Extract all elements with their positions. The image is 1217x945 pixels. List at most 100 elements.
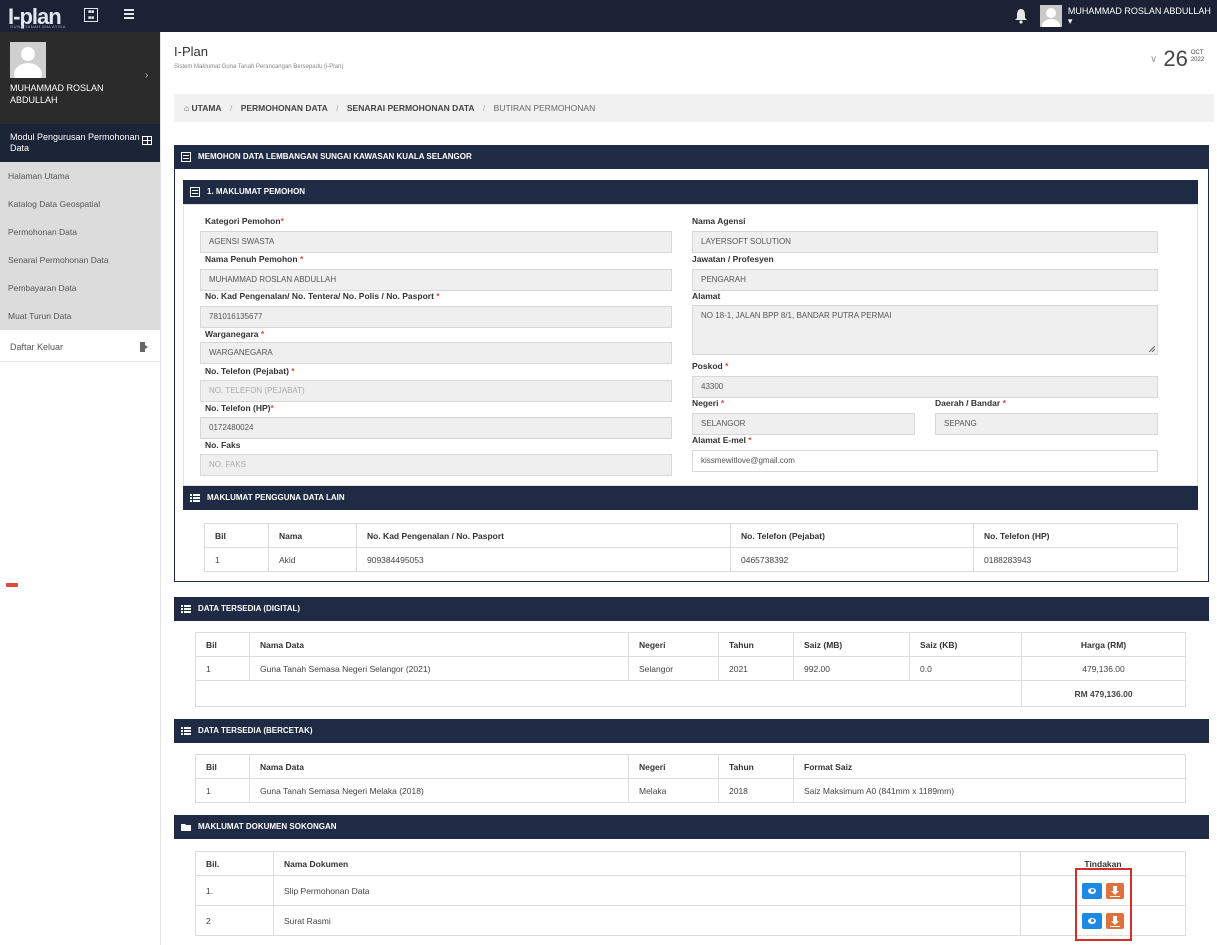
tel-hp-label: No. Telefon (HP)* bbox=[205, 403, 274, 413]
printed-header: DATA TERSEDIA (BERCETAK) bbox=[174, 719, 1209, 743]
col-bil: Bil. bbox=[195, 851, 274, 876]
table-header-row: Bil. Nama Dokumen Tindakan bbox=[195, 851, 1186, 876]
ic-field[interactable]: 781016135677 bbox=[200, 306, 672, 328]
grid-icon bbox=[142, 136, 152, 145]
alamat-field[interactable]: NO 18-1, JALAN BPP 8/1, BANDAR PUTRA PER… bbox=[692, 305, 1158, 355]
digital-table: Bil Nama Data Negeri Tahun Saiz (MB) Sai… bbox=[195, 632, 1186, 707]
breadcrumb-permohonan[interactable]: PERMOHONAN DATA bbox=[241, 103, 328, 113]
warganegara-label: Warganegara * bbox=[205, 329, 265, 339]
date-month: OCT bbox=[1190, 50, 1204, 56]
col-nama-data: Nama Data bbox=[249, 632, 629, 657]
negeri-label: Negeri * bbox=[692, 398, 725, 408]
kategori-field[interactable]: AGENSI SWASTA bbox=[200, 231, 672, 253]
applicant-title: 1. MAKLUMAT PEMOHON bbox=[207, 187, 306, 196]
digital-header: DATA TERSEDIA (DIGITAL) bbox=[174, 597, 1209, 621]
breadcrumb-senarai[interactable]: SENARAI PERMOHONAN DATA bbox=[347, 103, 475, 113]
daerah-field[interactable]: SEPANG bbox=[935, 413, 1158, 435]
col-bil: Bil bbox=[195, 632, 250, 657]
logout-label: Daftar Keluar bbox=[10, 342, 64, 352]
sidebar-item-muat-turun[interactable]: Muat Turun Data bbox=[0, 302, 160, 330]
highlight-box bbox=[1075, 868, 1132, 941]
sidebar-avatar bbox=[10, 42, 46, 78]
sidebar-menu: Halaman Utama Katalog Data Geospatial Pe… bbox=[0, 162, 160, 330]
sidebar-item-senarai[interactable]: Senarai Permohonan Data bbox=[0, 246, 160, 274]
sidebar-divider bbox=[160, 32, 161, 945]
daerah-label: Daerah / Bandar * bbox=[935, 398, 1006, 408]
breadcrumb-home[interactable]: UTAMA bbox=[192, 103, 222, 113]
table-header-row: Bil Nama Data Negeri Tahun Format Saiz bbox=[195, 754, 1186, 779]
col-ic: No. Kad Pengenalan / No. Pasport bbox=[356, 523, 731, 548]
date-year: 2022 bbox=[1190, 57, 1205, 63]
sidebar-item-permohonan[interactable]: Permohonan Data bbox=[0, 218, 160, 246]
cell-nama-dokumen: Slip Permohonan Data bbox=[273, 875, 1021, 906]
breadcrumb-current: BUTIRAN PERMOHONAN bbox=[493, 103, 596, 113]
cell-harga: 479,136.00 bbox=[1021, 656, 1186, 681]
sidebar-module-header[interactable]: Modul Pengurusan Permohonan Data bbox=[0, 124, 160, 162]
page-title: I-Plan bbox=[174, 44, 208, 59]
col-negeri: Negeri bbox=[628, 632, 719, 657]
resize-grip-icon[interactable] bbox=[1149, 346, 1155, 352]
col-nama-data: Nama Data bbox=[249, 754, 629, 779]
date-widget[interactable]: ∨ 26 OCT 2022 bbox=[1150, 48, 1204, 70]
sidebar-user-name: MUHAMMAD ROSLAN ABDULLAH bbox=[10, 83, 104, 105]
other-users-header: MAKLUMAT PENGGUNA DATA LAIN bbox=[183, 486, 1198, 510]
table-header-row: Bil Nama No. Kad Pengenalan / No. Paspor… bbox=[204, 523, 1178, 548]
cell-tel-office: 0465738392 bbox=[730, 547, 974, 572]
logout-button[interactable]: Daftar Keluar bbox=[0, 332, 160, 362]
col-nama-dokumen: Nama Dokumen bbox=[273, 851, 1021, 876]
email-field[interactable]: kissmewitlove@gmail.com bbox=[692, 450, 1158, 472]
user-menu-name: MUHAMMAD ROSLAN ABDULLAH ▾ bbox=[1067, 5, 1211, 26]
printed-title: DATA TERSEDIA (BERCETAK) bbox=[198, 726, 313, 735]
warganegara-field[interactable]: WARGANEGARA bbox=[200, 342, 672, 364]
col-tel-office: No. Telefon (Pejabat) bbox=[730, 523, 974, 548]
cell-ic: 909384495053 bbox=[356, 547, 731, 572]
documents-table: Bil. Nama Dokumen Tindakan 1. Slip Permo… bbox=[195, 851, 1186, 936]
jawatan-field[interactable]: PENGARAH bbox=[692, 269, 1158, 291]
cell-tahun: 2021 bbox=[718, 656, 794, 681]
chevron-right-icon[interactable]: › bbox=[145, 70, 148, 81]
logo-mark-icon: ■■ ■■ bbox=[84, 8, 98, 22]
faks-label: No. Faks bbox=[205, 440, 241, 450]
poskod-field[interactable]: 43300 bbox=[692, 376, 1158, 398]
cell-nama: Akid bbox=[268, 547, 357, 572]
folder-icon bbox=[181, 824, 191, 831]
avatar bbox=[1040, 5, 1062, 27]
table-row: 2 Surat Rasmi bbox=[195, 905, 1186, 936]
negeri-field[interactable]: SELANGOR bbox=[692, 413, 915, 435]
cell-negeri: Melaka bbox=[628, 778, 719, 803]
poskod-label: Poskod * bbox=[692, 361, 729, 371]
cell-bil: 1 bbox=[195, 656, 250, 681]
sidebar-item-pembayaran[interactable]: Pembayaran Data bbox=[0, 274, 160, 302]
cell-bil: 1 bbox=[204, 547, 269, 572]
col-harga: Harga (RM) bbox=[1021, 632, 1186, 657]
logo-subtext: GUNA TANAH MALAYSIA bbox=[10, 24, 66, 29]
faks-field[interactable]: NO. FAKS bbox=[200, 454, 672, 476]
breadcrumb: ⌂ UTAMA / PERMOHONAN DATA / SENARAI PERM… bbox=[174, 94, 1214, 122]
chevron-down-icon[interactable]: ∨ bbox=[1150, 54, 1157, 65]
logo[interactable]: I-plan ■■ ■■ GUNA TANAH MALAYSIA bbox=[8, 2, 118, 30]
table-row: 1 Guna Tanah Semasa Negeri Melaka (2018)… bbox=[195, 778, 1186, 803]
col-tahun: Tahun bbox=[718, 632, 794, 657]
col-bil: Bil bbox=[195, 754, 250, 779]
date-day: 26 bbox=[1163, 46, 1188, 71]
col-saiz-kb: Saiz (KB) bbox=[909, 632, 1022, 657]
cell-tahun: 2018 bbox=[718, 778, 794, 803]
user-menu[interactable]: MUHAMMAD ROSLAN ABDULLAH ▾ bbox=[1040, 4, 1217, 28]
tel-hp-field[interactable]: 0172480024 bbox=[200, 417, 672, 439]
agensi-field[interactable]: LAYERSOFT SOLUTION bbox=[692, 231, 1158, 253]
cell-saiz-mb: 992.00 bbox=[793, 656, 910, 681]
agensi-label: Nama Agensi bbox=[692, 216, 746, 226]
red-indicator bbox=[6, 583, 18, 587]
sidebar-item-halaman-utama[interactable]: Halaman Utama bbox=[0, 162, 160, 190]
cell-nama-data: Guna Tanah Semasa Negeri Selangor (2021) bbox=[249, 656, 629, 681]
col-format-saiz: Format Saiz bbox=[793, 754, 1186, 779]
tel-office-field[interactable]: NO. TELEFON (PEJABAT) bbox=[200, 380, 672, 402]
printed-table: Bil Nama Data Negeri Tahun Format Saiz 1… bbox=[195, 754, 1186, 803]
cell-nama-data: Guna Tanah Semasa Negeri Melaka (2018) bbox=[249, 778, 629, 803]
sidebar-item-katalog[interactable]: Katalog Data Geospatial bbox=[0, 190, 160, 218]
bell-icon[interactable] bbox=[1014, 8, 1028, 24]
list-icon bbox=[181, 727, 191, 735]
hamburger-menu-icon[interactable] bbox=[124, 8, 136, 20]
nama-field[interactable]: MUHAMMAD ROSLAN ABDULLAH bbox=[200, 269, 672, 291]
sidebar-user-panel[interactable]: MUHAMMAD ROSLAN ABDULLAH › bbox=[0, 32, 160, 124]
